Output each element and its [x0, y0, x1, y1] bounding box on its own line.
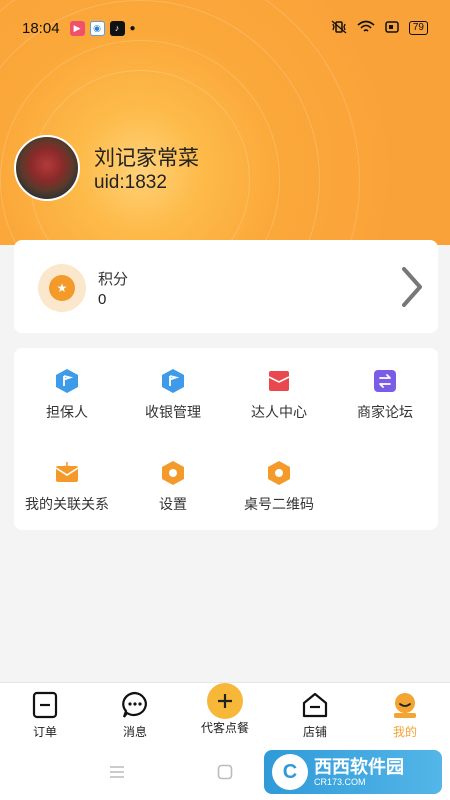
message-icon	[121, 691, 149, 719]
nav-tab-mine[interactable]: 我的	[360, 683, 450, 745]
menu-item-my-relations[interactable]: 我的关联关系	[14, 440, 120, 520]
exchange-icon	[372, 368, 398, 394]
points-value: 0	[98, 291, 107, 308]
menu-item-cashier[interactable]: 收银管理	[120, 348, 226, 428]
hexagon-icon	[266, 460, 292, 486]
plus-icon	[207, 683, 243, 719]
menu-label: 桌号二维码	[244, 496, 314, 512]
bottom-nav: 订单 消息 代客点餐 店铺 我的	[0, 682, 450, 744]
menu-label: 收银管理	[145, 404, 201, 420]
chevron-right-icon[interactable]	[400, 266, 424, 308]
menu-item-guarantor[interactable]: 担保人	[14, 348, 120, 428]
nav-label: 代客点餐	[200, 721, 249, 735]
nav-tab-proxy-order[interactable]: 代客点餐	[180, 683, 270, 745]
sim-icon	[385, 20, 399, 36]
status-indicators: 79	[331, 20, 428, 37]
menu-grid: 担保人 收银管理 达人中心 商家论坛 我的关联关系 设置 桌号二维码	[14, 348, 438, 530]
order-icon	[31, 691, 59, 719]
watermark-text: 西西软件园 CR173.COM	[314, 757, 404, 787]
mail-icon	[54, 460, 80, 486]
hexagon-icon	[160, 460, 186, 486]
menu-label: 担保人	[46, 404, 88, 420]
user-uid: uid:1832	[94, 172, 167, 193]
flag-icon	[160, 368, 186, 394]
nav-tab-orders[interactable]: 订单	[0, 683, 90, 745]
menu-icon[interactable]	[108, 764, 126, 785]
wifi-icon	[357, 20, 375, 37]
points-coin-icon: ★	[38, 264, 86, 312]
status-time: 18:04	[22, 19, 60, 37]
notification-dot-icon: ●	[129, 22, 136, 34]
status-bar: 18:04 ▶ ◉ ♪ ● 79	[0, 0, 450, 56]
points-label: 积分	[98, 271, 129, 288]
watermark-logo: C 西西软件园 CR173.COM	[264, 750, 442, 794]
browser-app-icon: ◉	[89, 20, 105, 36]
video-app-icon: ▶	[69, 20, 85, 36]
nav-label: 消息	[122, 725, 147, 739]
tiktok-app-icon: ♪	[109, 20, 125, 36]
nav-tab-shop[interactable]: 店铺	[270, 683, 360, 745]
nav-label: 店铺	[302, 725, 327, 739]
battery-indicator: 79	[408, 21, 428, 35]
nav-tab-messages[interactable]: 消息	[90, 683, 180, 745]
watermark-c-icon: C	[272, 754, 308, 790]
store-name: 刘记家常菜	[94, 147, 199, 170]
home-icon[interactable]	[217, 764, 233, 785]
profile-icon	[391, 691, 419, 719]
points-card[interactable]: ★ 积分 0	[14, 240, 438, 333]
envelope-icon	[266, 368, 292, 394]
menu-label: 我的关联关系	[25, 496, 109, 512]
menu-item-merchant-forum[interactable]: 商家论坛	[332, 348, 438, 428]
watermark-url: CR173.COM	[314, 777, 366, 787]
flag-icon	[54, 368, 80, 394]
vibrate-icon	[331, 20, 347, 37]
menu-label: 商家论坛	[357, 404, 413, 420]
nav-label: 订单	[32, 725, 57, 739]
nav-label: 我的	[392, 725, 417, 739]
menu-item-influencer-center[interactable]: 达人中心	[226, 348, 332, 428]
menu-item-settings[interactable]: 设置	[120, 440, 226, 520]
menu-label: 设置	[159, 496, 187, 512]
avatar[interactable]	[14, 135, 80, 201]
shop-icon	[301, 691, 329, 719]
watermark-title: 西西软件园	[314, 757, 404, 777]
menu-item-table-qrcode[interactable]: 桌号二维码	[226, 440, 332, 520]
menu-label: 达人中心	[251, 404, 307, 420]
